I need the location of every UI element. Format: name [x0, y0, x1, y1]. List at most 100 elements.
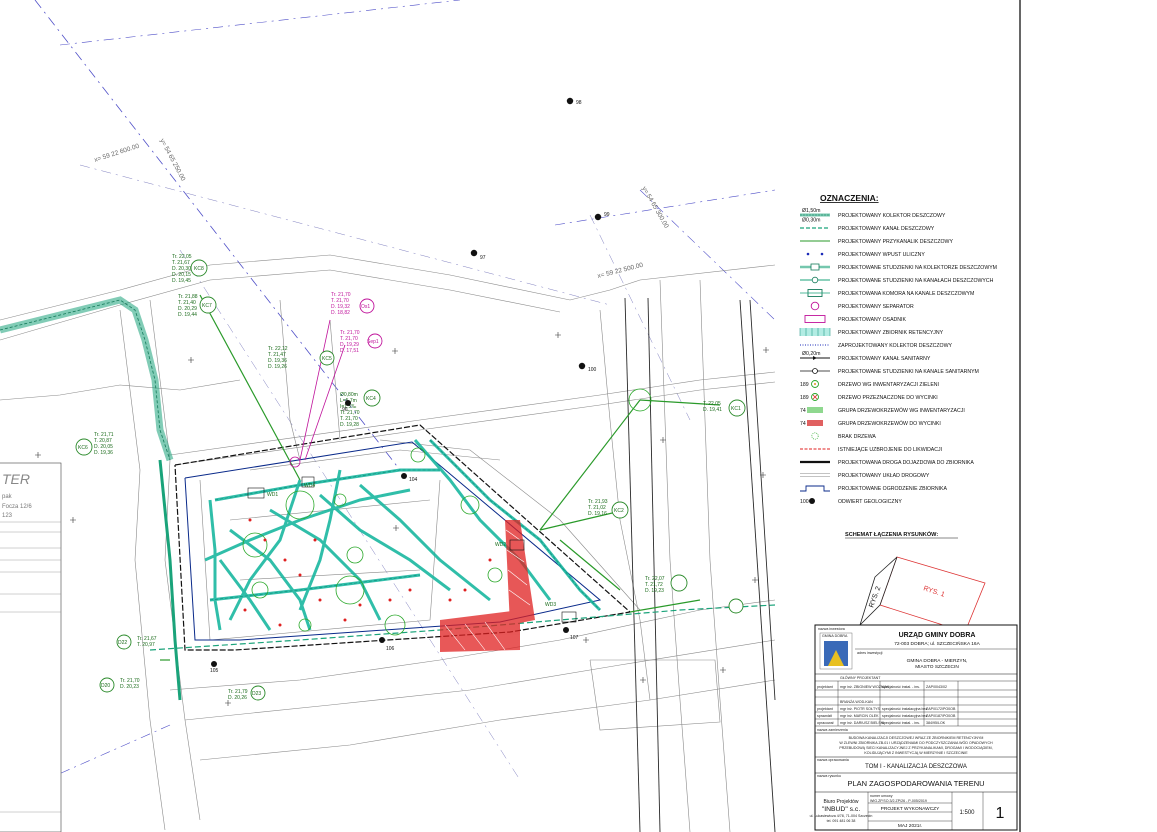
legend-row-tank: PROJEKTOWANY ZBIORNIK RETENCYJNY: [799, 328, 944, 336]
label-kc2: KC2: [614, 508, 624, 514]
legend-label: PROJEKTOWANA KOMORA NA KANALE DESZCZOWYM: [838, 291, 974, 297]
elev-d23: Tr. 21,79 D. 20,26: [228, 689, 248, 701]
number-value: WIG.ZP.SO.3/2.ZP/26 - P-005/2019: [870, 799, 927, 803]
d2-no: ZAP/0187/PO0OB: [926, 714, 956, 718]
left-panel-line-2: pak: [2, 494, 13, 500]
geo-label-104: 104: [409, 477, 418, 483]
legend-label: DRZEWO PRZEZNACZONE DO WYCINKI: [838, 395, 938, 401]
well-kc3a: [728, 598, 744, 614]
legend-top-label: Ø0,20m: [802, 351, 820, 357]
legend-label: GRUPA DRZEWOKRZEWÓW WG INWENTARYZACJI: [838, 407, 965, 414]
main-no: ZAP/0043/02: [926, 685, 947, 689]
legend-label: PROJEKTOWANY SEPARATOR: [838, 304, 914, 310]
volume-label: nazwa opracowania: [817, 758, 849, 762]
sheet-number: 1: [996, 805, 1005, 822]
task-line-2: W ZLEWNI ZBIORNIKA ZB-01 I URZĄDZENIAMI …: [839, 740, 993, 745]
legend-label: PROJEKTOWANY PRZYKANALIK DESZCZOWY: [838, 239, 953, 245]
legend-label: PROJEKTOWANE STUDZIENKI NA KOLEKTORZE DE…: [838, 265, 997, 271]
d2-name: mgr inż. MARCIN OLEK: [840, 714, 879, 718]
drawing-label: nazwa rysunku: [817, 774, 841, 778]
legend-num: 100: [800, 499, 809, 505]
geo-label-107: 107: [570, 635, 579, 641]
label-kc8: KC8: [194, 266, 204, 272]
d2-spec: specjalność instalacyjna bez: [882, 714, 928, 718]
object-label: adres inwestycji: [857, 651, 883, 655]
legend-row-shrub-cut: 74 GRUPA DRZEWOKRZEWÓW DO WYCINKI: [800, 420, 941, 427]
d3-role: opracował: [817, 721, 834, 725]
task-line-4: KOLIDUJĄCYMI Z INWESTYCJĄ W MIERZYNIE I …: [864, 751, 968, 755]
d3-no: 384/95/LOK: [926, 721, 946, 725]
task-label: nazwa zamierzenia: [817, 728, 848, 732]
shrub-cut-icon: [807, 420, 823, 426]
legend-label: PROJEKTOWANY KANAŁ SANITARNY: [838, 356, 931, 362]
location-line-1: GMINA DOBRA - MIERZYN,: [907, 658, 968, 664]
elev-d20: Tr. 21,70 D. 20,23: [120, 678, 140, 690]
d1-name: mgr inż. PIOTR SOŁTYS: [840, 707, 881, 711]
number-label: numer umowy: [870, 794, 893, 798]
label-sep1: Sep1: [367, 339, 379, 345]
legend-label: ODWIERT GEOLOGICZNY: [838, 499, 902, 505]
legend-label: PROJEKTOWANY ZBIORNIK RETENCYJNY: [838, 330, 944, 336]
legend-label: PROJEKTOWANA DROGA DOJAZDOWA DO ZBIORNIK…: [838, 460, 974, 466]
left-panel-line-4: 123: [2, 513, 13, 519]
legend-label: PROJEKTOWANE OGRODZENIE ZBIORNIKA: [838, 486, 947, 492]
drawing-sheet: x= 59 22 600.00 y= 54 65 250.00 y= 54 65…: [0, 0, 1157, 832]
scale: 1:500: [959, 810, 975, 816]
geo-label-99: 99: [604, 212, 610, 218]
logo-text: GMINA DOBRA: [822, 634, 848, 638]
label-d20: D20: [101, 683, 110, 689]
office-line-4: tel. 091 481 06 38: [827, 819, 856, 823]
main-spec: specjalność instal. - ins.: [882, 685, 920, 689]
left-panel-line-3: Focza 12/6: [2, 504, 32, 510]
elev-kc7: Tr. 21,88 T. 21,40 D. 20,29 D. 19,44: [178, 294, 198, 318]
tree-cut-icon: [811, 393, 819, 401]
legend-label: ZAPROJEKTOWANY KOLEKTOR DESZCZOWY: [838, 343, 952, 349]
label-wd1: WD1: [267, 492, 278, 498]
legend-label: PROJEKTOWANE STUDZIENKI NA KANAŁACH DESZ…: [838, 278, 994, 284]
label-kc7: KC7: [202, 303, 212, 309]
drawing-title: PLAN ZAGOSPODAROWANIA TERENU: [847, 779, 984, 788]
branch: BRANŻA WOD-KAN: [840, 699, 873, 704]
geo-label-106: 106: [386, 646, 395, 652]
legend-label: GRUPA DRZEWOKRZEWÓW DO WYCINKI: [838, 420, 941, 427]
legend-num: 189: [800, 382, 809, 388]
well-kc3: [670, 574, 688, 592]
elev-kc5: Tr. 22,12 T. 21,47 D. 19,36 D. 19,26: [268, 346, 288, 370]
elev-kc8: Tr. 22,05 T. 21,67 D. 20,30 D. 20,15 D. 19,4…: [172, 254, 192, 284]
date: MAJ 2021r.: [898, 823, 922, 829]
legend-label: ISTNIEJĄCE UZBROJENIE DO LIKWIDACJI: [838, 447, 942, 453]
left-panel: TER pak Focza 12/6 123: [0, 462, 62, 832]
legend-label: PROJEKTOWANY UKŁAD DROGOWY: [838, 473, 930, 479]
legend-title: OZNACZENIA:: [820, 193, 879, 203]
label-d23: D23: [252, 691, 261, 697]
d1-no: ZAP/0172/PO0OB: [926, 707, 956, 711]
d2-role: sprawdził: [817, 714, 832, 718]
legend-label: PROJEKTOWANY WPUST ULICZNY: [838, 252, 925, 258]
task-line-1: BUDOWA KANALIZACJI DESZCZOWEJ WRAZ ZE ZB…: [849, 736, 984, 740]
elev-kc1: T. 22,05 D. 19,41: [703, 401, 722, 413]
legend-num: 74: [800, 408, 806, 414]
legend-label: PROJEKTOWANY KOLEKTOR DESZCZOWY: [838, 213, 946, 219]
main-designer-header: GŁÓWNY PROJEKTANT: [840, 675, 881, 680]
elev-kc3: Tr. 22,07 T. 21,72 D. 19,23: [645, 576, 665, 594]
office-line-1: Biuro Projektów: [823, 799, 858, 805]
label-os1: Os1: [361, 304, 370, 310]
label-kc4: KC4: [366, 396, 376, 402]
geo-label-100: 100: [588, 367, 597, 373]
left-panel-title: TER: [2, 471, 30, 487]
label-kc1: KC1: [731, 406, 741, 412]
main-role: projektant: [817, 685, 833, 689]
shrub-icon: [807, 407, 823, 413]
legend-num: 189: [800, 395, 809, 401]
elev-d22: Tr. 21,67 T. 20,97: [137, 636, 157, 648]
office-line-2: "INBUD" s.c.: [822, 806, 861, 813]
legend-label: DRZEWO WG INWENTARYZACJI ZIELENI: [838, 382, 939, 388]
tank-icon: [799, 328, 831, 336]
stage: PROJEKT WYKONAWCZY: [881, 806, 940, 812]
geo-label-98: 98: [576, 100, 582, 106]
legend-num: 74: [800, 421, 806, 427]
geo-label-97: 97: [480, 255, 486, 261]
title-block: GMINA DOBRA nazwa inwestora URZĄD GMINY …: [810, 624, 1018, 831]
elev-kc6: Tr. 21,71 T. 20,87 D. 20,05 D. 19,36: [94, 432, 114, 456]
legend-bottom-label: Ø0,30m: [802, 218, 820, 224]
